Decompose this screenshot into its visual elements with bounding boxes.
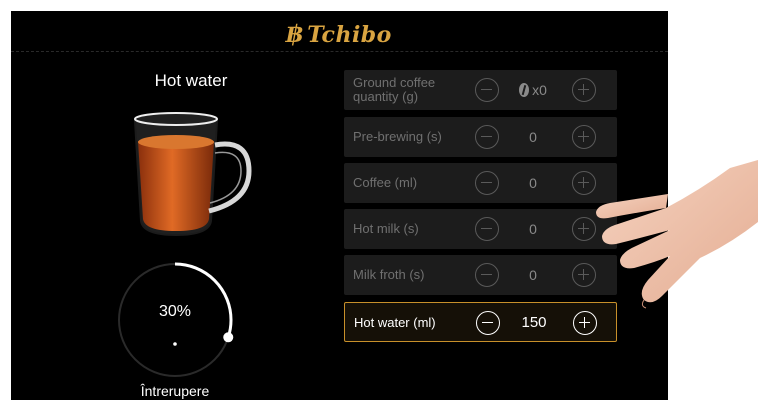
setting-row[interactable]: Ground coffee quantity (g) x0 <box>344 70 617 110</box>
setting-value-text: 0 <box>529 267 537 283</box>
setting-value: 150 <box>510 303 558 343</box>
tchibo-logo: ฿ Tchibo <box>286 19 392 48</box>
setting-value-text: 0 <box>529 129 537 145</box>
setting-value: 0 <box>509 209 557 249</box>
decrease-button[interactable] <box>475 171 499 195</box>
setting-value: 0 <box>509 163 557 203</box>
setting-value-text: 0 <box>529 175 537 191</box>
setting-value-text: 150 <box>521 314 547 331</box>
decrease-button[interactable] <box>476 311 500 335</box>
progress-percent: 30% <box>158 303 192 320</box>
setting-row[interactable]: Pre-brewing (s) 0 <box>344 117 617 157</box>
drink-title: Hot water <box>154 71 228 90</box>
increase-button[interactable] <box>572 125 596 149</box>
coffee-bean-icon <box>519 83 530 97</box>
setting-value-text: x0 <box>532 82 547 98</box>
header: ฿ Tchibo <box>11 11 668 52</box>
decrease-button[interactable] <box>475 78 499 102</box>
setting-value: x0 <box>509 70 557 110</box>
setting-label: Pre-brewing (s) <box>353 129 442 144</box>
decrease-button[interactable] <box>475 125 499 149</box>
setting-label: Ground coffee quantity (g) <box>353 75 436 104</box>
decrease-button[interactable] <box>475 263 499 287</box>
setting-label: Milk froth (s) <box>353 267 425 282</box>
hot-water-cup-image <box>133 111 252 237</box>
decrease-button[interactable] <box>475 217 499 241</box>
setting-value-text: 0 <box>529 221 537 237</box>
setting-label: Hot milk (s) <box>353 221 419 236</box>
setting-label: Hot water (ml) <box>354 315 436 330</box>
setting-label: Coffee (ml) <box>353 175 418 190</box>
progress-knob <box>223 332 234 343</box>
interrupt-button[interactable]: Întrerupere <box>123 383 227 399</box>
setting-value: 0 <box>509 255 557 295</box>
increase-button[interactable] <box>572 78 596 102</box>
setting-value: 0 <box>509 117 557 157</box>
progress-dot <box>173 342 177 346</box>
hand-pointer-image <box>596 160 758 309</box>
